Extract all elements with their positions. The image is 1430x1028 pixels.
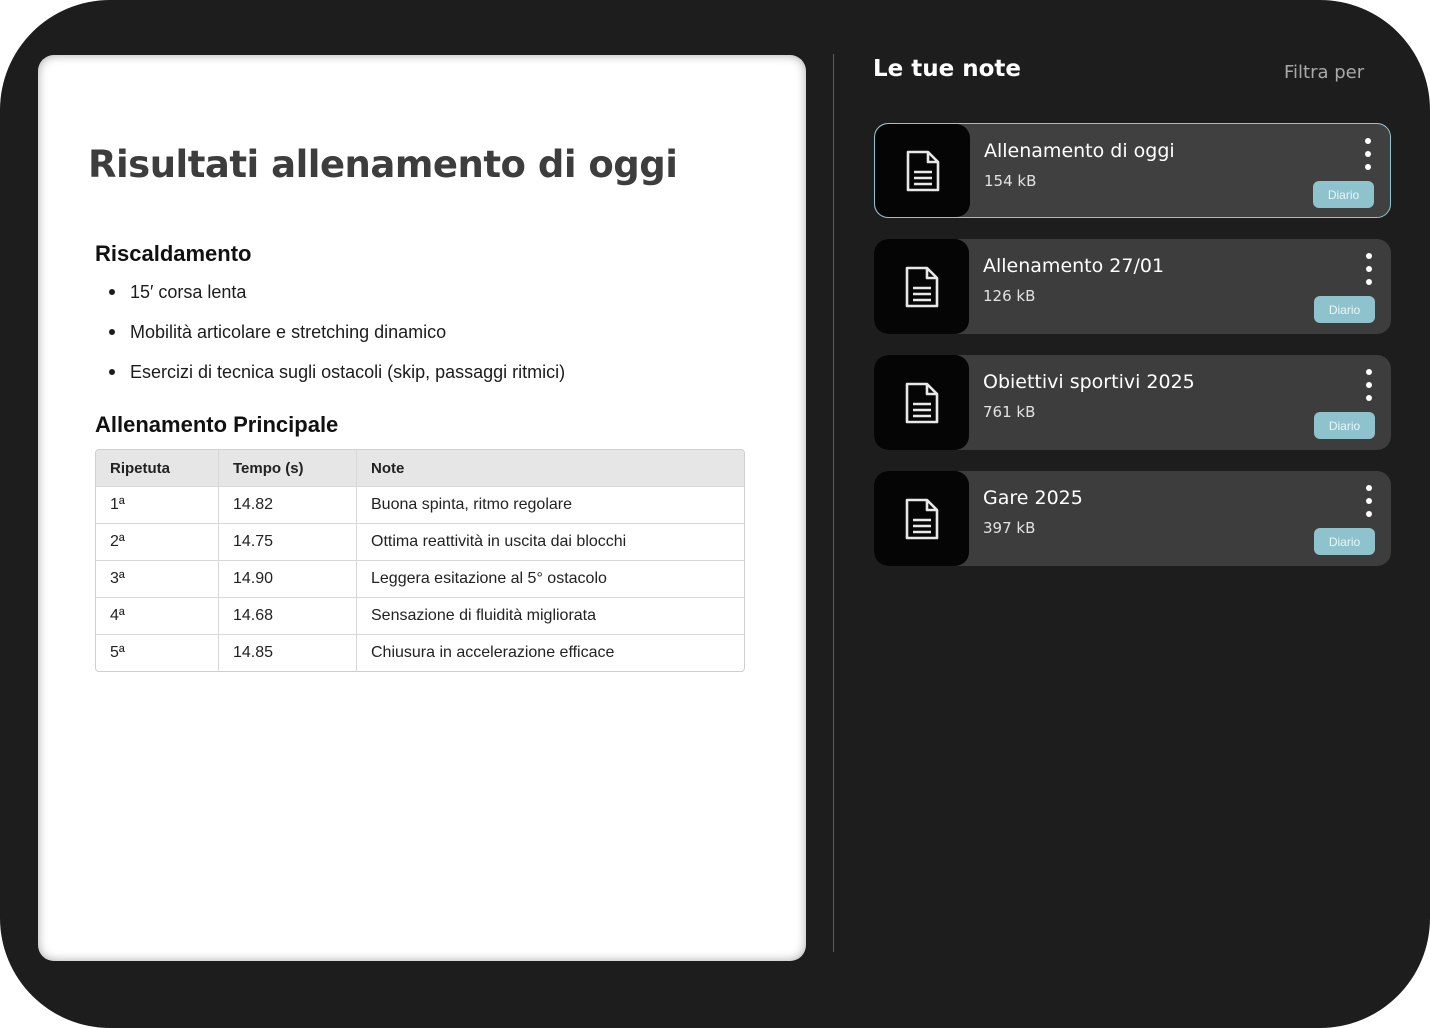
table-cell: 14.85 (218, 635, 356, 671)
note-thumbnail (874, 355, 969, 450)
list-item: Mobilità articolare e stretching dinamic… (108, 321, 565, 361)
table-cell: Ottima reattività in uscita dai blocchi (356, 524, 744, 560)
document-icon (905, 498, 938, 539)
filter-button[interactable]: Filtra per (1284, 62, 1364, 83)
table-cell: 4ª (110, 607, 125, 624)
table-cell: 14.75 (218, 524, 356, 560)
repetitions-table: Ripetuta Tempo (s) Note 1ª 14.82 Buona s… (95, 449, 745, 672)
table-row: 4ª 14.68 Sensazione di fluidità migliora… (96, 597, 744, 634)
note-title: Gare 2025 (983, 487, 1083, 509)
table-row: 1ª 14.82 Buona spinta, ritmo regolare (96, 486, 744, 523)
list-item: 15′ corsa lenta (108, 281, 565, 321)
note-size: 126 kB (983, 287, 1036, 305)
table-cell: Sensazione di fluidità migliorata (356, 598, 744, 634)
table-header-cell: Ripetuta (110, 459, 170, 477)
note-title: Allenamento di oggi (984, 140, 1175, 162)
tablet-screen: Risultati allenamento di oggi Riscaldame… (0, 0, 1430, 1028)
warmup-list: 15′ corsa lenta Mobilità articolare e st… (108, 281, 565, 401)
more-options-icon[interactable] (1361, 485, 1377, 517)
more-options-icon[interactable] (1361, 253, 1377, 285)
note-title: Allenamento 27/01 (983, 255, 1165, 277)
list-item: Esercizi di tecnica sugli ostacoli (skip… (108, 361, 565, 401)
notes-panel-title: Le tue note (873, 56, 1022, 82)
note-thumbnail (875, 124, 970, 217)
table-cell: 14.82 (218, 487, 356, 523)
table-cell: Chiusura in accelerazione efficace (356, 635, 744, 671)
table-header-cell: Note (356, 450, 744, 486)
document-icon (905, 266, 938, 307)
table-row: 3ª 14.90 Leggera esitazione al 5° ostaco… (96, 560, 744, 597)
table-cell: 1ª (110, 496, 125, 513)
table-header-row: Ripetuta Tempo (s) Note (96, 450, 744, 486)
main-workout-heading: Allenamento Principale (95, 412, 339, 437)
table-row: 2ª 14.75 Ottima reattività in uscita dai… (96, 523, 744, 560)
note-thumbnail (874, 471, 969, 566)
warmup-heading: Riscaldamento (95, 241, 252, 266)
note-title: Obiettivi sportivi 2025 (983, 371, 1195, 393)
document-icon (906, 150, 939, 191)
table-header-cell: Tempo (s) (218, 450, 356, 486)
document-title: Risultati allenamento di oggi (88, 143, 678, 186)
note-size: 397 kB (983, 519, 1036, 537)
note-card[interactable]: Obiettivi sportivi 2025 761 kB Diario (874, 355, 1391, 450)
table-cell: 3ª (110, 570, 125, 587)
document-preview[interactable]: Risultati allenamento di oggi Riscaldame… (38, 55, 806, 961)
table-cell: 14.90 (218, 561, 356, 597)
more-options-icon[interactable] (1361, 369, 1377, 401)
table-cell: Buona spinta, ritmo regolare (356, 487, 744, 523)
note-card[interactable]: Allenamento di oggi 154 kB Diario (874, 123, 1391, 218)
note-thumbnail (874, 239, 969, 334)
note-card[interactable]: Allenamento 27/01 126 kB Diario (874, 239, 1391, 334)
panel-divider (833, 54, 834, 952)
table-cell: 5ª (110, 644, 125, 661)
note-size: 154 kB (984, 172, 1037, 190)
note-tag-badge: Diario (1314, 412, 1375, 439)
note-tag-badge: Diario (1314, 528, 1375, 555)
note-tag-badge: Diario (1314, 296, 1375, 323)
table-cell: 2ª (110, 533, 125, 550)
note-tag-badge: Diario (1313, 181, 1374, 208)
table-cell: Leggera esitazione al 5° ostacolo (356, 561, 744, 597)
table-cell: 14.68 (218, 598, 356, 634)
document-icon (905, 382, 938, 423)
note-card[interactable]: Gare 2025 397 kB Diario (874, 471, 1391, 566)
note-size: 761 kB (983, 403, 1036, 421)
table-row: 5ª 14.85 Chiusura in accelerazione effic… (96, 634, 744, 671)
more-options-icon[interactable] (1360, 138, 1376, 170)
